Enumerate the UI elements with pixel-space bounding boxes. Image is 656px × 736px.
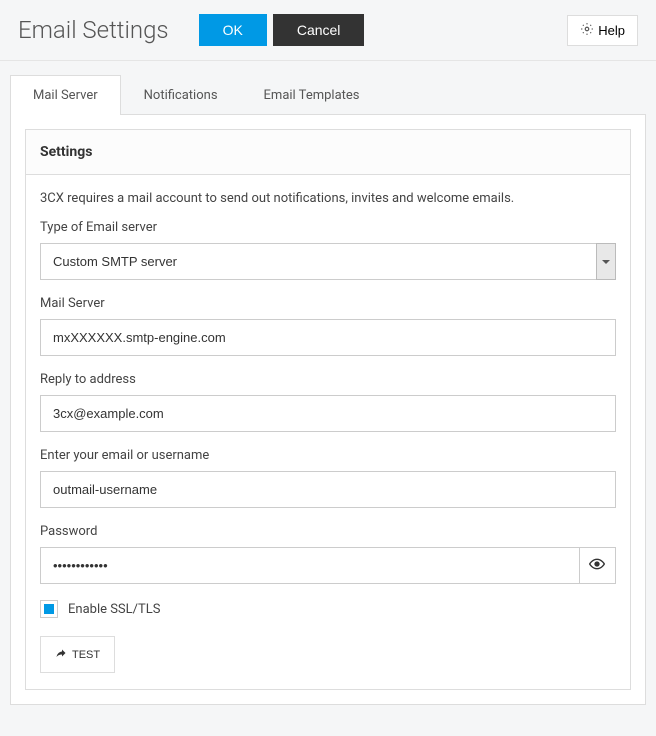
reply-to-input[interactable] — [40, 395, 616, 432]
ok-button[interactable]: OK — [199, 14, 267, 46]
cancel-button[interactable]: Cancel — [273, 14, 365, 46]
header-bar: Email Settings OK Cancel Help — [0, 0, 656, 61]
mail-server-input[interactable] — [40, 319, 616, 356]
settings-card-title: Settings — [26, 130, 630, 175]
help-button[interactable]: Help — [567, 15, 638, 46]
password-label: Password — [40, 524, 616, 539]
eye-icon — [589, 556, 605, 575]
username-input[interactable] — [40, 471, 616, 508]
content-area: Mail Server Notifications Email Template… — [0, 61, 656, 715]
mail-server-label: Mail Server — [40, 296, 616, 311]
checkbox-checked-icon — [44, 604, 54, 614]
username-label: Enter your email or username — [40, 448, 616, 463]
type-select[interactable]: Custom SMTP server — [40, 243, 616, 280]
tab-email-templates[interactable]: Email Templates — [241, 75, 383, 115]
ssl-checkbox[interactable] — [40, 600, 58, 618]
help-label: Help — [598, 23, 625, 38]
share-arrow-icon — [55, 647, 67, 662]
tab-panel: Settings 3CX requires a mail account to … — [10, 114, 646, 705]
type-label: Type of Email server — [40, 220, 616, 235]
test-button[interactable]: TEST — [40, 636, 115, 673]
ssl-label: Enable SSL/TLS — [68, 602, 161, 617]
tab-notifications[interactable]: Notifications — [121, 75, 241, 115]
password-input[interactable] — [40, 547, 579, 584]
tab-mail-server[interactable]: Mail Server — [10, 75, 121, 115]
settings-intro: 3CX requires a mail account to send out … — [40, 191, 616, 206]
settings-card: Settings 3CX requires a mail account to … — [25, 129, 631, 690]
toggle-password-visibility-button[interactable] — [579, 547, 616, 584]
gear-icon — [580, 22, 594, 39]
test-label: TEST — [72, 649, 100, 661]
tabs: Mail Server Notifications Email Template… — [10, 75, 646, 115]
reply-to-label: Reply to address — [40, 372, 616, 387]
page-title: Email Settings — [18, 16, 169, 44]
